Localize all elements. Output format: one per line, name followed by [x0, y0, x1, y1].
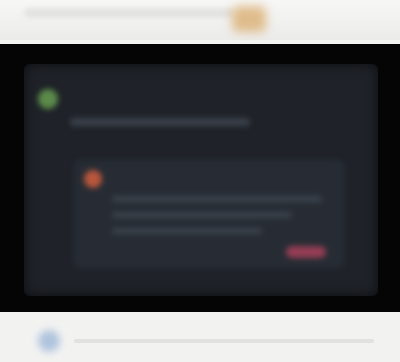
video-frame[interactable] [0, 44, 400, 312]
embedded-screen [24, 64, 378, 296]
screen-header [38, 82, 364, 116]
play-icon[interactable] [38, 330, 60, 352]
toolbar-accent-icon[interactable] [232, 6, 266, 32]
alert-icon [84, 170, 102, 188]
blurred-content [24, 64, 378, 296]
logo-icon [38, 89, 58, 109]
content-card [74, 160, 344, 268]
timeline-track[interactable] [74, 339, 374, 343]
card-text-line [112, 196, 322, 202]
status-badge [286, 246, 326, 258]
card-text-line [112, 212, 292, 218]
toolbar-strip [24, 8, 234, 18]
top-toolbar [0, 0, 400, 40]
bottom-controls [0, 312, 400, 362]
card-text-line [112, 228, 262, 234]
screen-subtitle-line [70, 118, 250, 126]
